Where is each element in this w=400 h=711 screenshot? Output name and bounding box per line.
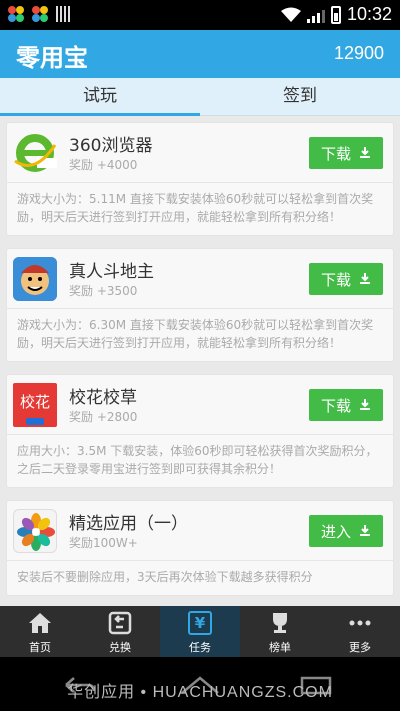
download-icon [360,399,370,410]
app-description: 游戏大小为：6.30M 直接下载安装体验60秒就可以轻松拿到首次奖励，明天后天进… [17,318,374,350]
icon-text: 校花 [19,393,50,411]
bottom-nav: 首页 兑换 ¥ 任务 榜单 更多 [0,606,400,657]
reward-text: 奖励 +4000 [69,158,138,172]
signal-icon [306,7,325,23]
tab-bar: 试玩 签到 [0,78,400,116]
download-button[interactable]: 下载 [309,137,383,169]
enter-button[interactable]: 进入 [309,515,383,547]
yuan-glyph: ¥ [188,611,212,635]
app-name: 校花校草 [69,388,137,408]
app-description: 游戏大小为：5.11M 直接下载安装体验60秒就可以轻松拿到首次奖励，明天后天进… [17,192,374,224]
badge-icon [26,418,44,425]
button-label: 下载 [320,270,351,289]
flower-icon [13,509,57,553]
download-button[interactable]: 下载 [309,389,383,421]
download-icon [360,525,370,536]
app-bar: 零用宝 12900 [0,30,400,78]
download-icon [360,147,370,158]
360-browser-icon [13,131,57,175]
xiaohua-app-icon: 校花 [13,383,57,427]
notification-flower-icon [8,6,24,22]
task-list[interactable]: 360浏览器 奖励 +4000 下载 游戏大小为：5.11M 直接下载安装体验6… [0,116,400,606]
list-item[interactable]: 360浏览器 奖励 +4000 下载 游戏大小为：5.11M 直接下载安装体验6… [6,122,394,236]
task-icon: ¥ [187,610,213,636]
exchange-icon [107,610,133,636]
tab-trial[interactable]: 试玩 [0,78,200,116]
nav-more[interactable]: 更多 [320,606,400,657]
reward-text: 奖励100W+ [69,536,138,550]
button-label: 下载 [320,144,351,163]
nav-label: 榜单 [269,641,291,654]
nav-label: 更多 [349,641,371,654]
app-description: 安装后不要删除应用，3天后再次体验下载越多获得积分 [17,570,313,584]
download-icon [360,273,370,284]
watermark: 华创应用 • HUACHUANGZS.COM [67,684,333,701]
list-item[interactable]: 精选应用（一） 奖励100W+ 进入 安装后不要删除应用，3天后再次体验下载越多… [6,500,394,596]
notification-flower-icon [32,6,48,22]
list-item[interactable]: 校花 校花校草 奖励 +2800 下载 应用大小：3.5M 下载安装，体验60秒… [6,374,394,488]
reward-text: 奖励 +2800 [69,410,138,424]
app-name: 精选应用（一） [69,514,188,534]
button-label: 下载 [320,396,351,415]
points-balance: 12900 [333,43,384,63]
app-name: 360浏览器 [69,136,153,156]
status-time: 10:32 [346,4,392,24]
app-description: 应用大小：3.5M 下载安装，体验60秒即可轻松获得首次奖励积分，之后二天登录零… [17,444,378,476]
list-item[interactable]: 真人斗地主 奖励 +3500 下载 游戏大小为：6.30M 直接下载安装体验60… [6,248,394,362]
doudizhu-game-icon [13,257,57,301]
trophy-icon [267,610,293,636]
nav-ranking[interactable]: 榜单 [240,606,320,657]
nav-label: 任务 [189,641,211,654]
app-title: 零用宝 [16,44,88,72]
more-icon [347,610,373,636]
download-button[interactable]: 下载 [309,263,383,295]
nav-home[interactable]: 首页 [0,606,80,657]
battery-icon [330,5,341,24]
nav-label: 首页 [29,641,51,654]
tab-checkin[interactable]: 签到 [200,78,400,115]
wifi-icon [280,7,301,22]
home-icon [27,610,53,636]
nav-exchange[interactable]: 兑换 [80,606,160,657]
nav-label: 兑换 [109,641,131,654]
app-name: 真人斗地主 [69,262,154,282]
button-label: 进入 [320,522,351,541]
status-bar: 10:32 [0,0,400,30]
barcode-icon [56,6,70,22]
nav-task[interactable]: ¥ 任务 [160,606,240,657]
reward-text: 奖励 +3500 [69,284,138,298]
